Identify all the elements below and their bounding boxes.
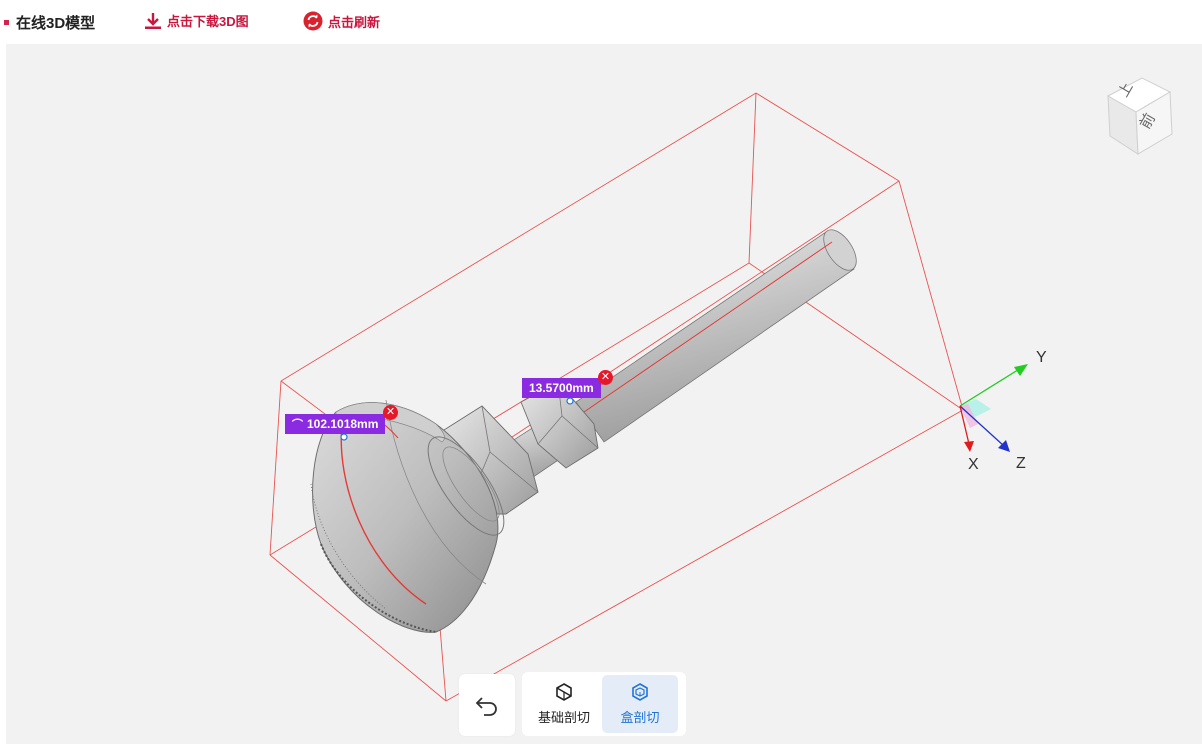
- measure-point: [566, 397, 574, 405]
- section-cut-toolbar: 基础剖切 盒剖切: [522, 672, 686, 736]
- y-axis-label: Y: [1036, 349, 1047, 366]
- undo-icon: [475, 697, 497, 716]
- title-marker: [4, 20, 9, 25]
- download-3d-button[interactable]: 点击下载3D图: [144, 11, 249, 30]
- box-cut-button[interactable]: 盒剖切: [602, 675, 678, 733]
- arc-icon: ⌒: [292, 419, 303, 431]
- title-wrap: 在线3D模型: [4, 12, 95, 33]
- view-cube-graphic[interactable]: 上 前: [1100, 74, 1182, 160]
- refresh-icon: [303, 11, 323, 31]
- basic-cut-button[interactable]: 基础剖切: [526, 675, 602, 733]
- close-icon[interactable]: ✕: [383, 405, 398, 420]
- measurement-label-arc[interactable]: ⌒ 102.1018mm: [285, 414, 386, 434]
- model-viewport[interactable]: Y Z X 上 前 ⌒ 102.1018mm ✕ 13.5700mm ✕ 基础剖…: [6, 44, 1202, 744]
- undo-button[interactable]: [459, 674, 515, 736]
- box-cut-icon: [632, 683, 648, 701]
- measurement-value-arc: 102.1018mm: [307, 417, 379, 431]
- model-scene[interactable]: [6, 44, 1202, 744]
- measurement-label-distance[interactable]: 13.5700mm: [522, 378, 601, 398]
- close-icon[interactable]: ✕: [598, 370, 613, 385]
- x-axis-label: X: [968, 456, 979, 473]
- box-cut-label: 盒剖切: [620, 710, 660, 725]
- refresh-button[interactable]: 点击刷新: [303, 11, 380, 31]
- download-3d-label: 点击下载3D图: [167, 14, 249, 29]
- measure-point: [340, 433, 348, 441]
- axis-triad: [959, 364, 1028, 452]
- basic-cut-icon: [556, 683, 572, 701]
- top-toolbar: 在线3D模型 点击下载3D图 点击刷新: [0, 0, 1202, 44]
- z-axis-label: Z: [1016, 455, 1026, 472]
- measurement-value-distance: 13.5700mm: [529, 381, 594, 395]
- basic-cut-label: 基础剖切: [537, 710, 590, 725]
- download-icon: [145, 12, 161, 29]
- page-title: 在线3D模型: [16, 15, 96, 32]
- view-cube[interactable]: 上 前: [1100, 74, 1182, 165]
- refresh-label: 点击刷新: [328, 14, 381, 30]
